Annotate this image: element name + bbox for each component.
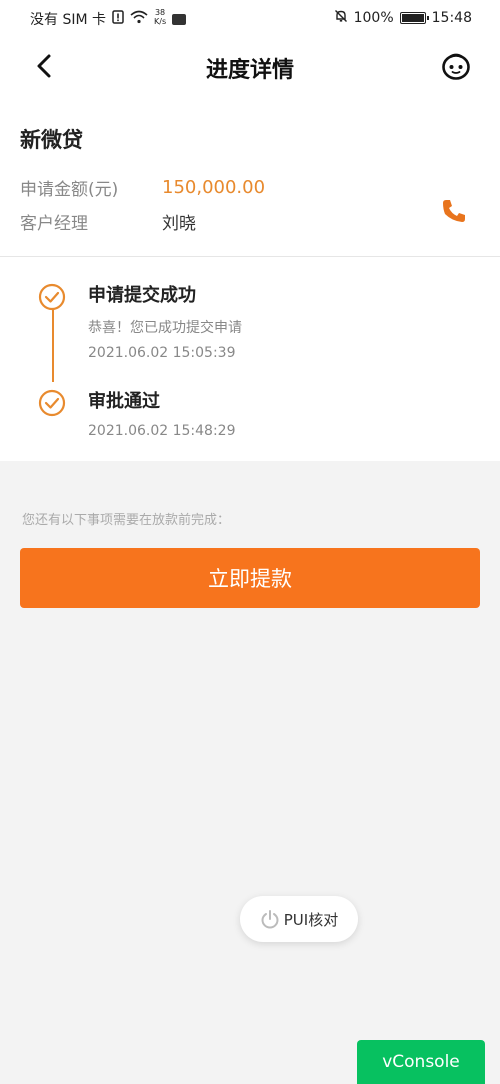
manager-value: 刘晓 <box>162 213 196 234</box>
net-speed-unit: K/s <box>154 17 167 26</box>
net-speed-value: 38 <box>154 8 166 17</box>
notice-text: 您还有以下事项需要在放款前完成： <box>22 513 231 528</box>
customer-service-button[interactable] <box>438 48 474 84</box>
wifi-icon <box>130 10 148 28</box>
sim-alert-icon <box>112 10 124 28</box>
phone-icon <box>443 200 465 222</box>
manager-label: 客户经理 <box>20 213 88 234</box>
battery-fill <box>401 14 424 22</box>
check-circle-icon <box>38 283 66 311</box>
timeline-time: 2021.06.02 15:05:39 <box>88 345 236 361</box>
battery-icon <box>399 12 429 24</box>
timeline-connector <box>52 310 54 382</box>
battery-text: 100% <box>353 10 394 26</box>
notification-app-icon <box>172 13 187 25</box>
timeline-item: 申请提交成功 恭喜！您已成功提交申请 2021.06.02 15:05:39 <box>38 283 480 361</box>
status-left: 没有 SIM 卡 38 K/s <box>30 8 187 29</box>
status-right: 100% 15:48 <box>334 9 472 27</box>
amount-value: 150,000.00 <box>162 176 266 198</box>
nav-header: 进度详情 <box>0 36 500 98</box>
power-icon <box>261 910 279 929</box>
withdraw-now-button[interactable]: 立即提款 <box>20 548 480 608</box>
manager-row: 客户经理 刘晓 <box>20 204 480 238</box>
timeline-title: 申请提交成功 <box>88 285 196 306</box>
amount-row: 申请金额(元) 150,000.00 <box>20 170 480 204</box>
timeline-title: 审批通过 <box>88 391 160 412</box>
page-title: 进度详情 <box>205 58 294 83</box>
top-section: 没有 SIM 卡 38 K/s 100% 15:48 进度详情 新微贷 申请金额… <box>0 0 500 461</box>
pui-check-label: PUI核对 <box>283 910 339 929</box>
timeline-desc: 恭喜！您已成功提交申请 <box>88 320 242 336</box>
product-info: 新微贷 申请金额(元) 150,000.00 客户经理 刘晓 <box>0 98 500 257</box>
robot-face-icon <box>442 53 470 80</box>
product-name: 新微贷 <box>20 128 83 152</box>
check-circle-icon <box>38 389 66 417</box>
amount-label: 申请金额(元) <box>20 179 119 200</box>
vconsole-button[interactable]: vConsole <box>357 1040 485 1084</box>
progress-timeline: 申请提交成功 恭喜！您已成功提交申请 2021.06.02 15:05:39 审… <box>0 257 500 461</box>
pui-check-button[interactable]: PUI核对 <box>240 896 358 942</box>
net-speed: 38 K/s <box>154 8 166 26</box>
call-manager-button[interactable] <box>440 197 470 227</box>
status-bar: 没有 SIM 卡 38 K/s 100% 15:48 <box>0 0 500 36</box>
carrier-text: 没有 SIM 卡 <box>30 12 106 28</box>
timeline-item: 审批通过 2021.06.02 15:48:29 <box>38 389 480 439</box>
timeline-time: 2021.06.02 15:48:29 <box>88 423 236 439</box>
bell-muted-icon <box>334 9 348 27</box>
clock-text: 15:48 <box>431 10 472 26</box>
